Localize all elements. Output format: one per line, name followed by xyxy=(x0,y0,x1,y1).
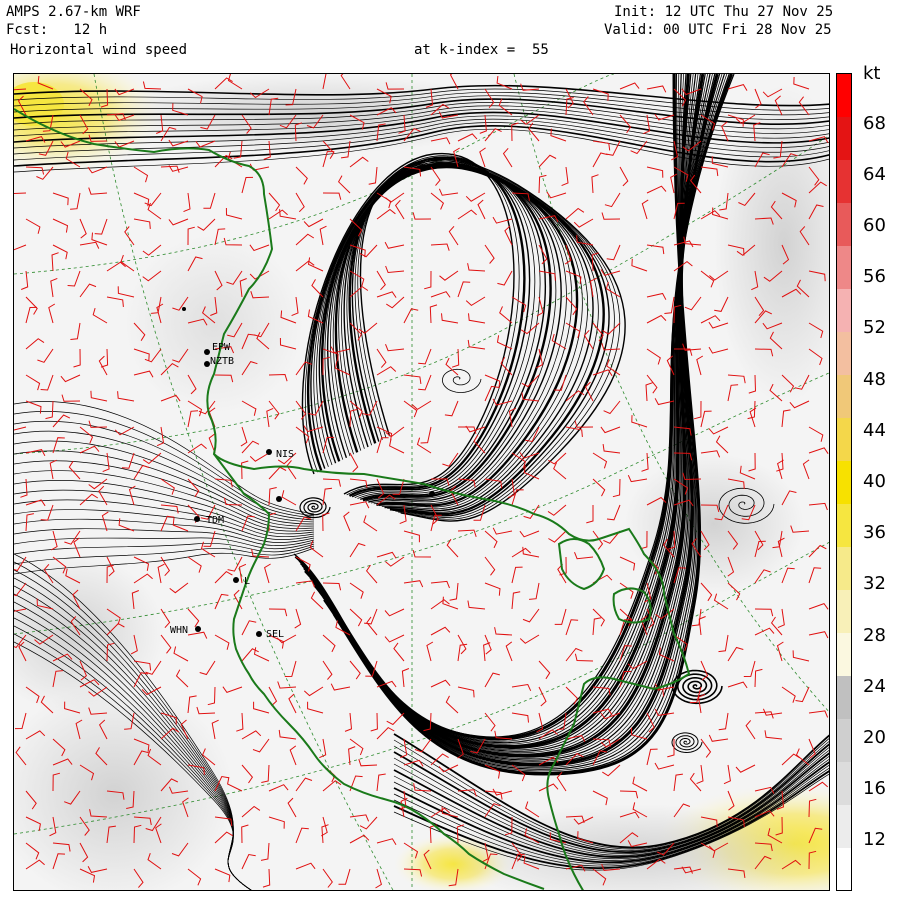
field-name: Horizontal wind speed xyxy=(10,42,188,58)
colorbar-label: 12 xyxy=(863,829,886,850)
svg-text:L: L xyxy=(244,576,250,587)
colorbar-segment xyxy=(837,202,851,247)
colorbar xyxy=(836,73,852,891)
colorbar-segment xyxy=(837,417,851,462)
colorbar-label: 24 xyxy=(863,676,886,697)
colorbar-segment xyxy=(837,675,851,719)
wind-map: EPW NZTB NIS TDM L WHN SEL xyxy=(13,73,830,891)
svg-text:SEL: SEL xyxy=(266,629,284,640)
colorbar-unit: kt xyxy=(863,63,881,84)
colorbar-label: 68 xyxy=(863,113,886,134)
colorbar-label: 36 xyxy=(863,522,886,543)
colorbar-label: 56 xyxy=(863,266,886,287)
colorbar-segment xyxy=(837,503,851,547)
colorbar-segment xyxy=(837,632,851,676)
svg-text:TDM: TDM xyxy=(206,515,224,526)
colorbar-label: 40 xyxy=(863,471,886,492)
model-title: AMPS 2.67-km WRF xyxy=(6,4,141,20)
station-marker xyxy=(182,307,186,311)
colorbar-label: 52 xyxy=(863,317,886,338)
forecast-hour: Fcst: 12 h xyxy=(6,22,108,38)
svg-text:EPW: EPW xyxy=(212,342,231,353)
colorbar-label: 48 xyxy=(863,369,886,390)
station-marker xyxy=(276,496,282,502)
level-index: at k-index = 55 xyxy=(414,42,549,58)
valid-time: Valid: 00 UTC Fri 28 Nov 25 xyxy=(604,22,832,38)
colorbar-segment xyxy=(837,718,851,762)
colorbar-segment xyxy=(837,74,851,118)
colorbar-segment xyxy=(837,847,851,891)
colorbar-label: 16 xyxy=(863,778,886,799)
colorbar-segment xyxy=(837,245,851,290)
colorbar-segment xyxy=(837,159,851,204)
colorbar-segment xyxy=(837,589,851,633)
colorbar-segment xyxy=(837,761,851,805)
colorbar-segment xyxy=(837,460,851,504)
colorbar-label: 20 xyxy=(863,727,886,748)
station-marker xyxy=(429,491,435,497)
init-time: Init: 12 UTC Thu 27 Nov 25 xyxy=(614,4,834,20)
colorbar-label: 28 xyxy=(863,625,886,646)
svg-text:NIS: NIS xyxy=(276,449,294,460)
colorbar-segment xyxy=(837,116,851,161)
colorbar-label: 44 xyxy=(863,420,886,441)
colorbar-label: 60 xyxy=(863,215,886,236)
svg-text:NZTB: NZTB xyxy=(210,356,234,367)
colorbar-label: 32 xyxy=(863,573,886,594)
colorbar-segment xyxy=(837,288,851,333)
svg-text:WHN: WHN xyxy=(170,625,188,636)
colorbar-segment xyxy=(837,374,851,419)
colorbar-segment xyxy=(837,804,851,848)
colorbar-label: 64 xyxy=(863,164,886,185)
colorbar-segment xyxy=(837,546,851,590)
wind-map-canvas: EPW NZTB NIS TDM L WHN SEL xyxy=(14,74,829,890)
colorbar-segment xyxy=(837,331,851,376)
